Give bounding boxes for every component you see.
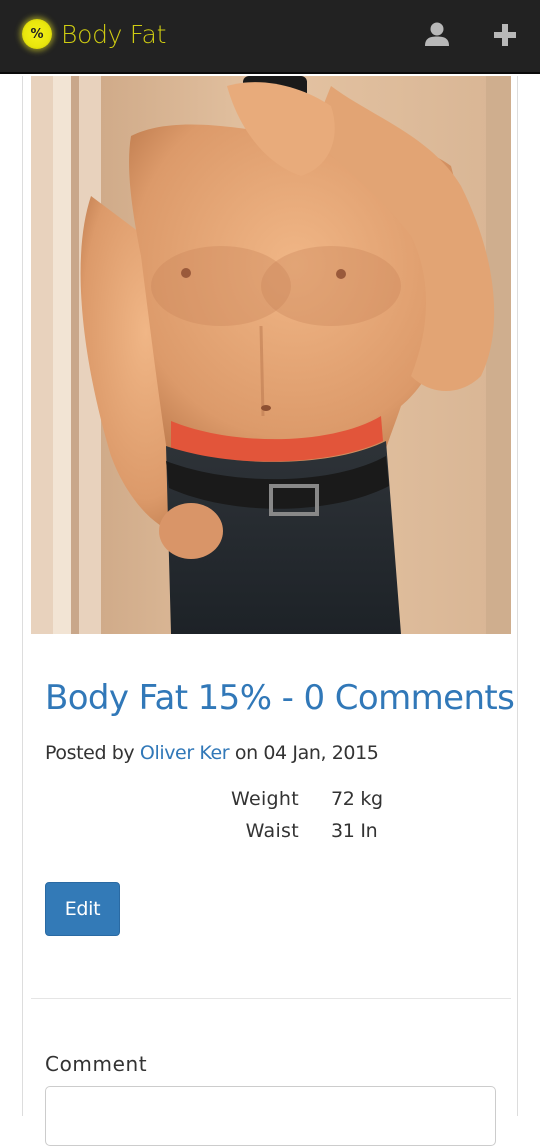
comment-label: Comment: [45, 1052, 148, 1076]
stat-value: 72 kg: [331, 788, 383, 810]
divider: [31, 998, 511, 999]
author-link[interactable]: Oliver Ker: [140, 742, 230, 764]
post-title-link[interactable]: Body Fat 15% - 0 Comments: [45, 678, 515, 718]
progress-photo: [31, 76, 511, 634]
stat-row-weight: Weight 72 kg: [193, 788, 383, 820]
percent-logo-icon: %: [22, 19, 52, 49]
brand-name: Body Fat: [61, 19, 167, 49]
stat-label: Weight: [231, 788, 299, 810]
post-byline: Posted by Oliver Ker on 04 Jan, 2015: [45, 742, 379, 764]
byline-middle: on: [229, 742, 264, 764]
post-card: Body Fat 15% - 0 Comments Posted by Oliv…: [22, 76, 518, 1146]
comment-textarea[interactable]: [45, 1086, 496, 1146]
post-date: 04 Jan, 2015: [263, 742, 379, 764]
stat-row-waist: Waist 31 In: [193, 820, 383, 852]
byline-prefix: Posted by: [45, 742, 140, 764]
edit-button[interactable]: Edit: [45, 882, 120, 936]
post-photo: [31, 76, 511, 634]
plus-icon[interactable]: [490, 20, 520, 50]
stats-table: Weight 72 kg Waist 31 In: [193, 788, 383, 852]
top-navbar: % Body Fat: [0, 0, 540, 74]
brand-link[interactable]: % Body Fat: [22, 19, 166, 49]
user-icon[interactable]: [422, 20, 452, 50]
stat-value: 31 In: [331, 820, 378, 842]
stat-label: Waist: [245, 820, 299, 842]
